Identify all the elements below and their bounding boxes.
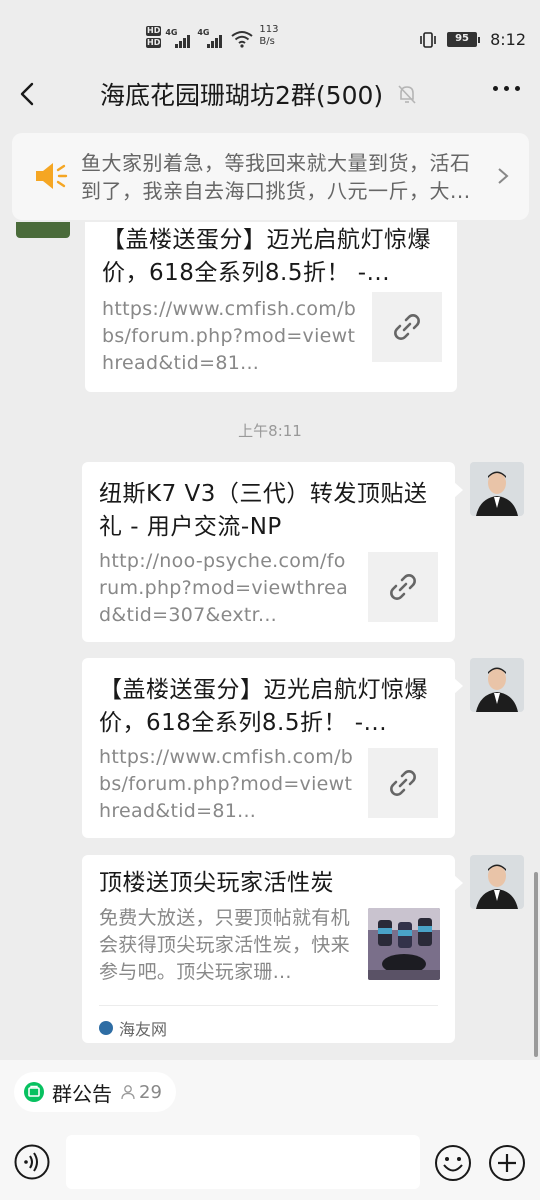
card-desc: 免费大放送，只要顶帖就有机会获得顶尖玩家活性炭，快来参与吧。顶尖玩家珊...: [99, 907, 350, 983]
signal-icon: 4G: [197, 28, 225, 48]
signal-icon: 4G: [165, 28, 193, 48]
avatar[interactable]: [16, 222, 70, 238]
link-icon: [394, 314, 420, 340]
emoji-icon[interactable]: [434, 1144, 472, 1182]
voice-icon[interactable]: [14, 1144, 50, 1180]
card-desc: https://www.cmfish.com/bbs/forum.php?mod…: [99, 746, 354, 822]
card-title: 纽斯K7 V3（三代）转发顶贴送礼 - 用户交流-NP: [99, 481, 428, 540]
card-desc: https://www.cmfish.com/bbs/forum.php?mod…: [102, 298, 357, 374]
article-thumbnail: [368, 908, 440, 980]
card-title: 【盖楼送蛋分】迈光启航灯惊爆价，618全系列8.5折！ -...: [102, 227, 431, 286]
hd-badges: HD HD: [146, 26, 162, 48]
card-title: 【盖楼送蛋分】迈光启航灯惊爆价，618全系列8.5折！ -...: [99, 677, 428, 736]
avatar[interactable]: [470, 462, 524, 516]
card-source: 海友网: [99, 1005, 438, 1040]
source-name: 海友网: [119, 1020, 168, 1039]
chat-header: 海底花园珊瑚坊2群(500): [0, 62, 540, 126]
card-title: 顶楼送顶尖玩家活性炭: [99, 870, 334, 896]
chat-area[interactable]: 【盖楼送蛋分】迈光启航灯惊爆价，618全系列8.5折！ -... https:/…: [0, 222, 540, 1060]
plus-icon[interactable]: [488, 1144, 526, 1182]
group-notice-label: 群公告: [52, 1081, 112, 1106]
link-card[interactable]: 纽斯K7 V3（三代）转发顶贴送礼 - 用户交流-NP http://noo-p…: [82, 462, 463, 642]
link-thumb: [368, 552, 438, 622]
vibrate-icon: [420, 31, 436, 48]
more-dots-icon[interactable]: [493, 86, 520, 91]
battery-icon: 95: [447, 32, 481, 47]
link-icon: [390, 574, 416, 600]
link-thumb: [368, 748, 438, 818]
group-notice-button[interactable]: 群公告 29: [14, 1072, 176, 1112]
wifi-icon: [231, 30, 253, 48]
group-notice-banner[interactable]: 鱼大家别着急，等我回来就大量到货，活石到了，我亲自去海口挑货，八元一斤，大...: [12, 133, 529, 220]
source-icon: [99, 1021, 113, 1035]
card-desc: http://noo-psyche.com/forum.php?mod=view…: [99, 550, 349, 626]
hd-badge: HD: [146, 26, 162, 36]
chevron-left-icon[interactable]: [14, 80, 42, 108]
page-title: 海底花园珊瑚坊2群(500): [100, 81, 384, 110]
clock: 8:12: [490, 30, 526, 49]
bell-off-icon: [398, 85, 416, 104]
status-right: 95 8:12: [419, 30, 526, 49]
network-speed: 113 B/s: [259, 24, 279, 47]
member-count: 29: [120, 1082, 162, 1103]
title-wrap: 海底花园珊瑚坊2群(500): [100, 76, 417, 112]
scrollbar[interactable]: [534, 872, 538, 1057]
link-icon: [390, 770, 416, 796]
notice-text: 鱼大家别着急，等我回来就大量到货，活石到了，我亲自去海口挑货，八元一斤，大...: [81, 151, 471, 203]
timestamp: 上午8:11: [238, 422, 302, 440]
message-input[interactable]: [66, 1135, 420, 1189]
link-card[interactable]: 【盖楼送蛋分】迈光启航灯惊爆价，618全系列8.5折！ -... https:/…: [82, 658, 463, 838]
link-card[interactable]: 顶楼送顶尖玩家活性炭 免费大放送，只要顶帖就有机会获得顶尖玩家活性炭，快来参与吧…: [82, 855, 463, 1043]
speaker-icon: [36, 163, 68, 189]
link-thumb: [372, 292, 442, 362]
notice-icon: [24, 1082, 44, 1102]
chevron-right-icon: [498, 168, 509, 184]
avatar[interactable]: [470, 855, 524, 909]
link-card[interactable]: 【盖楼送蛋分】迈光启航灯惊爆价，618全系列8.5折！ -... https:/…: [85, 222, 457, 392]
hd-badge: HD: [146, 38, 162, 48]
status-left: HD HD 4G 4G 113 B/s: [146, 24, 278, 48]
avatar[interactable]: [470, 658, 524, 712]
person-icon: [121, 1085, 135, 1100]
